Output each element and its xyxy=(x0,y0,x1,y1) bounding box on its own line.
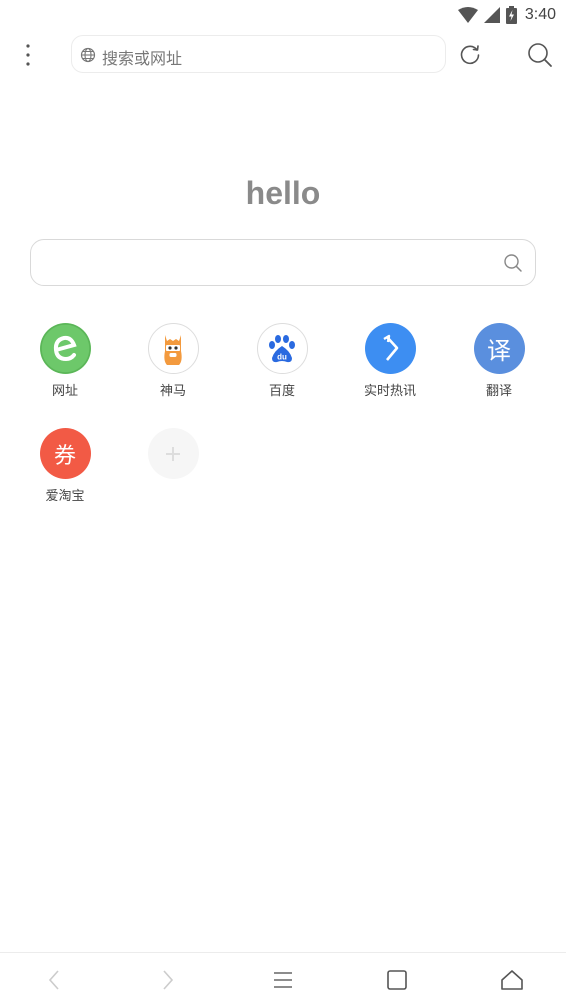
more-vert-icon xyxy=(26,44,30,66)
quick-link-label: 实时热讯 xyxy=(363,384,416,399)
quick-link-label: 爱淘宝 xyxy=(45,489,85,504)
quick-link-shenma[interactable]: 神马 xyxy=(119,323,227,399)
battery-charging-icon xyxy=(505,6,517,24)
add-quick-link-button[interactable] xyxy=(119,428,227,479)
svg-text:du: du xyxy=(277,352,287,361)
quick-link-label: 翻译 xyxy=(485,384,512,399)
home-icon xyxy=(501,970,523,990)
arrow-icon xyxy=(364,323,416,374)
quick-link-hot-news[interactable]: 实时热讯 xyxy=(336,323,444,399)
tabs-square-icon xyxy=(387,970,407,990)
home-search-input[interactable] xyxy=(45,248,489,278)
status-icons: 3:40 xyxy=(457,4,556,26)
quick-link-url[interactable]: 网址 xyxy=(11,323,119,399)
alpaca-icon xyxy=(147,323,199,374)
clock: 3:40 xyxy=(524,6,556,23)
browser-toolbar: 搜索或网址 xyxy=(0,34,566,76)
globe-icon xyxy=(80,47,96,63)
quick-link-label: 网址 xyxy=(51,384,78,399)
forward-button[interactable] xyxy=(153,965,183,995)
quick-link-translate[interactable]: 译 翻译 xyxy=(445,323,553,399)
coupon-glyph: 券 xyxy=(53,443,76,469)
wifi-icon xyxy=(457,7,478,23)
quick-link-aitaobao[interactable]: 券 爱淘宝 xyxy=(11,428,119,504)
quick-link-label: 百度 xyxy=(268,384,295,399)
home-button[interactable] xyxy=(497,965,527,995)
back-icon xyxy=(48,970,59,990)
cell-signal-icon xyxy=(483,7,500,23)
bottom-nav-bar xyxy=(0,952,566,1007)
e-icon xyxy=(39,323,91,374)
quick-link-baidu[interactable]: du 百度 xyxy=(228,323,336,399)
search-icon[interactable] xyxy=(503,253,523,273)
translate-icon: 译 xyxy=(473,323,525,374)
home-logo: hello xyxy=(245,175,321,211)
menu-lines-icon xyxy=(274,972,292,988)
back-button[interactable] xyxy=(39,965,69,995)
forward-icon xyxy=(163,970,174,990)
quick-link-label: 神马 xyxy=(159,384,186,399)
translate-glyph: 译 xyxy=(487,337,511,365)
menu-button[interactable] xyxy=(268,965,298,995)
refresh-button[interactable] xyxy=(455,40,485,70)
toolbar-search-button[interactable] xyxy=(525,40,555,70)
add-icon xyxy=(147,428,199,479)
address-bar[interactable]: 搜索或网址 xyxy=(71,35,446,73)
status-bar: 3:40 xyxy=(0,0,566,30)
search-icon xyxy=(528,43,552,67)
home-search-box[interactable] xyxy=(30,239,536,286)
baidu-paw-icon: du xyxy=(256,323,308,374)
coupon-icon: 券 xyxy=(39,428,91,479)
refresh-icon xyxy=(460,45,480,65)
tabs-button[interactable] xyxy=(382,965,412,995)
address-placeholder: 搜索或网址 xyxy=(102,49,183,68)
more-menu-button[interactable] xyxy=(14,40,42,70)
